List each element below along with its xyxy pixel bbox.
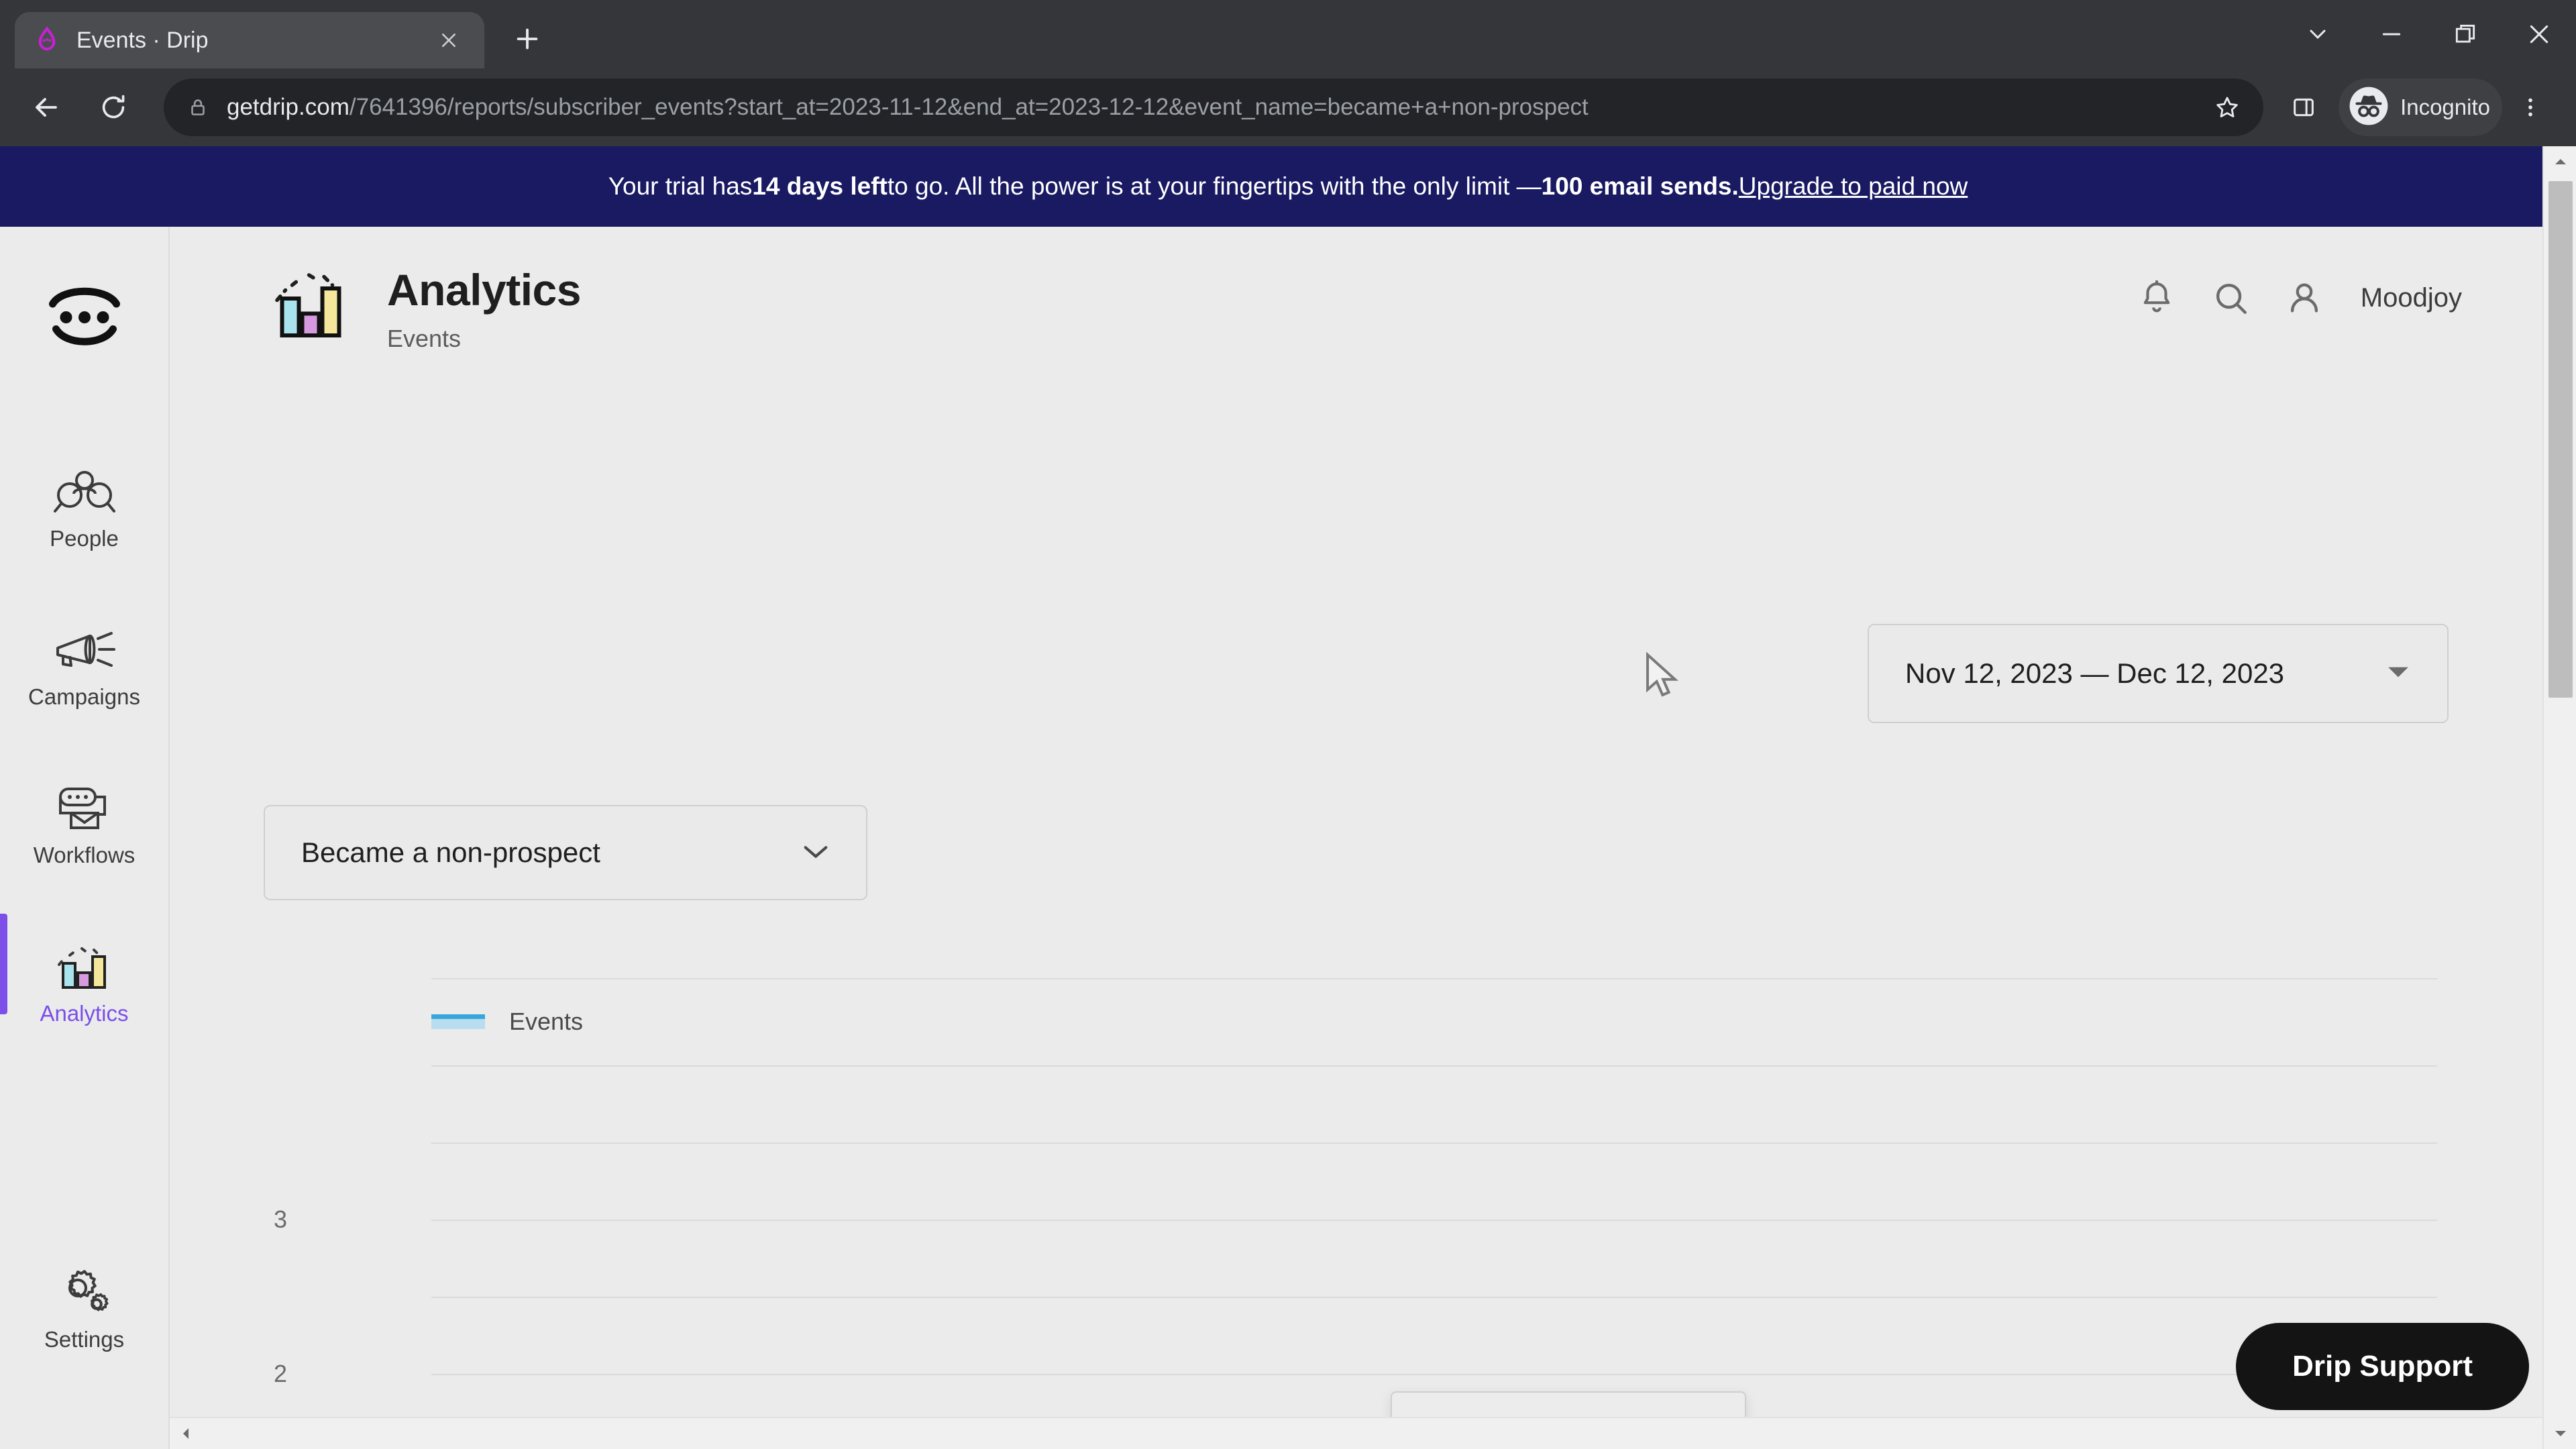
gridline xyxy=(431,1220,2437,1221)
people-magnifier-icon xyxy=(52,452,117,517)
banner-email-sends: 100 email sends. xyxy=(1541,172,1739,200)
tab-strip: Events · Drip xyxy=(0,0,2576,68)
events-line-chart: Events 3 2 1 xyxy=(264,978,2558,1449)
reload-icon[interactable] xyxy=(85,78,142,136)
sidebar-item-label: Analytics xyxy=(40,1001,129,1026)
sidebar-item-settings[interactable]: Settings xyxy=(0,1236,169,1367)
window-controls xyxy=(2281,0,2576,68)
date-range-selector[interactable]: Nov 12, 2023 — Dec 12, 2023 xyxy=(1868,624,2449,723)
main-content: Analytics Events Moodjoy Nov 12, 2023 — … xyxy=(170,227,2576,1449)
scroll-up-arrow-icon[interactable] xyxy=(2544,146,2576,177)
megaphone-icon xyxy=(52,610,117,675)
scrollbar-thumb[interactable] xyxy=(2548,181,2573,698)
app-body: People Campaigns Workflows Analytics Set… xyxy=(0,227,2576,1449)
tab-title: Events · Drip xyxy=(76,27,209,53)
bar-chart-icon xyxy=(52,927,117,991)
sidebar-item-workflows[interactable]: Workflows xyxy=(0,751,169,883)
banner-text-1: Your trial has xyxy=(608,172,753,200)
trial-banner: Your trial has 14 days left to go. All t… xyxy=(0,146,2576,227)
sidebar-item-label: Campaigns xyxy=(28,684,140,709)
address-bar[interactable]: getdrip.com/7641396/reports/subscriber_e… xyxy=(164,78,2264,136)
y-axis-tick-label: 2 xyxy=(274,1360,288,1387)
user-avatar-icon[interactable] xyxy=(2283,276,2326,319)
gear-icon xyxy=(52,1253,117,1318)
scroll-left-arrow-icon[interactable] xyxy=(170,1417,202,1449)
arrow-left-icon[interactable] xyxy=(17,78,75,136)
star-icon[interactable] xyxy=(2214,94,2241,121)
gridline xyxy=(431,1374,2437,1375)
main-sidebar: People Campaigns Workflows Analytics Set… xyxy=(0,227,170,1449)
drip-support-button[interactable]: Drip Support xyxy=(2236,1323,2529,1410)
page-title: Analytics xyxy=(387,265,581,315)
minimize-icon[interactable] xyxy=(2355,0,2428,68)
gridline xyxy=(431,1142,2437,1144)
chevron-down-icon[interactable] xyxy=(2281,0,2355,68)
page-subtitle: Events xyxy=(387,325,462,352)
chevron-down-icon xyxy=(802,842,830,864)
caret-down-icon xyxy=(2385,663,2411,684)
sidebar-item-analytics[interactable]: Analytics xyxy=(0,910,169,1041)
close-icon[interactable] xyxy=(2502,0,2576,68)
scroll-down-arrow-icon[interactable] xyxy=(2544,1418,2576,1449)
event-filter-dropdown[interactable]: Became a non-prospect xyxy=(264,805,867,900)
restore-window-icon[interactable] xyxy=(2428,0,2502,68)
url-path: /7641396/reports/subscriber_events?start… xyxy=(349,94,1589,120)
date-range-value: Nov 12, 2023 — Dec 12, 2023 xyxy=(1905,657,2285,689)
incognito-indicator[interactable]: Incognito xyxy=(2339,78,2502,136)
three-dot-menu-icon[interactable] xyxy=(2502,79,2559,136)
incognito-label: Incognito xyxy=(2400,95,2490,119)
sidebar-item-label: People xyxy=(50,526,119,551)
close-icon[interactable] xyxy=(431,22,467,58)
gridline xyxy=(431,978,2437,979)
y-axis-tick-label: 3 xyxy=(274,1205,288,1233)
sidebar-item-label: Settings xyxy=(44,1327,125,1352)
header-actions: Moodjoy xyxy=(2135,276,2462,319)
page-viewport: Your trial has 14 days left to go. All t… xyxy=(0,146,2576,1449)
incognito-icon xyxy=(2348,85,2390,130)
vertical-scrollbar[interactable] xyxy=(2542,146,2576,1449)
new-tab-button[interactable] xyxy=(503,15,551,63)
gridline xyxy=(431,1297,2437,1298)
gridline xyxy=(431,1065,2437,1067)
drip-droplet-icon xyxy=(32,25,62,55)
sidebar-item-campaigns[interactable]: Campaigns xyxy=(0,593,169,724)
side-panel-icon[interactable] xyxy=(2275,79,2332,136)
browser-toolbar: getdrip.com/7641396/reports/subscriber_e… xyxy=(0,68,2576,146)
sidebar-item-people[interactable]: People xyxy=(0,435,169,566)
lock-icon xyxy=(186,96,209,119)
url-domain: getdrip.com xyxy=(227,94,350,120)
horizontal-scrollbar[interactable] xyxy=(170,1417,2542,1449)
bell-icon[interactable] xyxy=(2135,276,2178,319)
chart-plot-area: 3 2 1 xyxy=(274,978,2437,1449)
analytics-bar-chart-icon xyxy=(270,268,351,342)
sidebar-item-label: Workflows xyxy=(33,843,136,867)
event-filter-value: Became a non-prospect xyxy=(301,837,600,868)
browser-tab[interactable]: Events · Drip xyxy=(15,12,484,68)
browser-window: Events · Drip getdrip.com/7641396/report… xyxy=(0,0,2576,1449)
workflow-nodes-icon xyxy=(52,769,117,833)
url-text: getdrip.com/7641396/reports/subscriber_e… xyxy=(227,94,2198,121)
drip-smiley-logo-icon[interactable] xyxy=(34,274,135,361)
banner-days-left: 14 days left xyxy=(752,172,888,200)
banner-text-2: to go. All the power is at your fingerti… xyxy=(887,172,1542,200)
account-name[interactable]: Moodjoy xyxy=(2361,283,2462,313)
upgrade-link[interactable]: Upgrade to paid now xyxy=(1739,172,1968,201)
search-icon[interactable] xyxy=(2209,276,2252,319)
